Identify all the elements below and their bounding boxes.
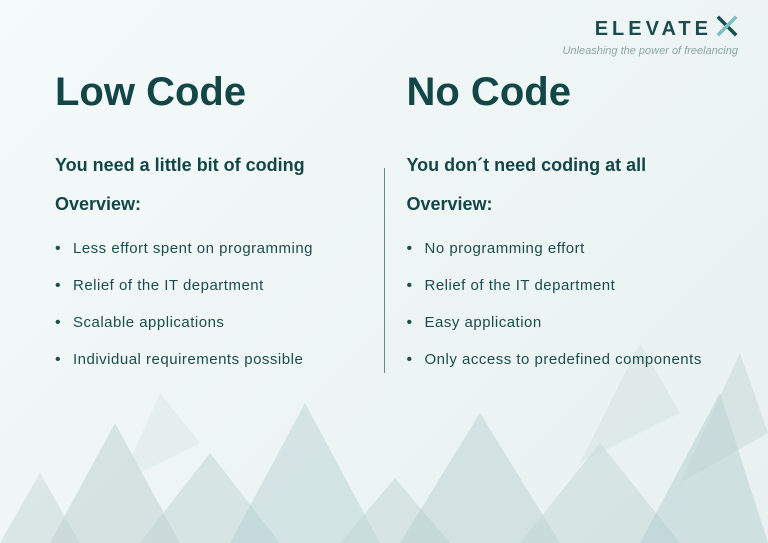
no-code-overview-label: Overview:: [407, 194, 714, 215]
brand-logo: ELEVATE: [595, 15, 738, 43]
brand-name: ELEVATE: [595, 18, 712, 41]
brand-x-icon: [716, 15, 738, 43]
brand-tagline: Unleashing the power of freelancing: [562, 45, 738, 57]
list-item: Less effort spent on programming: [73, 240, 362, 257]
list-item: Individual requirements possible: [73, 351, 362, 368]
no-code-title: No Code: [407, 70, 714, 115]
low-code-title: Low Code: [55, 70, 362, 115]
list-item: Scalable applications: [73, 314, 362, 331]
list-item: Only access to predefined components: [425, 351, 714, 368]
list-item: Easy application: [425, 314, 714, 331]
comparison-content: Low Code You need a little bit of coding…: [0, 0, 768, 543]
list-item: Relief of the IT department: [425, 277, 714, 294]
no-code-subtitle: You don´t need coding at all: [407, 155, 714, 176]
list-item: No programming effort: [425, 240, 714, 257]
brand-header: ELEVATE Unleashing the power of freelanc…: [562, 15, 738, 57]
no-code-list: No programming effort Relief of the IT d…: [407, 240, 714, 368]
no-code-column: No Code You don´t need coding at all Ove…: [392, 70, 729, 513]
low-code-overview-label: Overview:: [55, 194, 362, 215]
low-code-list: Less effort spent on programming Relief …: [55, 240, 362, 368]
low-code-subtitle: You need a little bit of coding: [55, 155, 362, 176]
low-code-column: Low Code You need a little bit of coding…: [40, 70, 392, 513]
list-item: Relief of the IT department: [73, 277, 362, 294]
